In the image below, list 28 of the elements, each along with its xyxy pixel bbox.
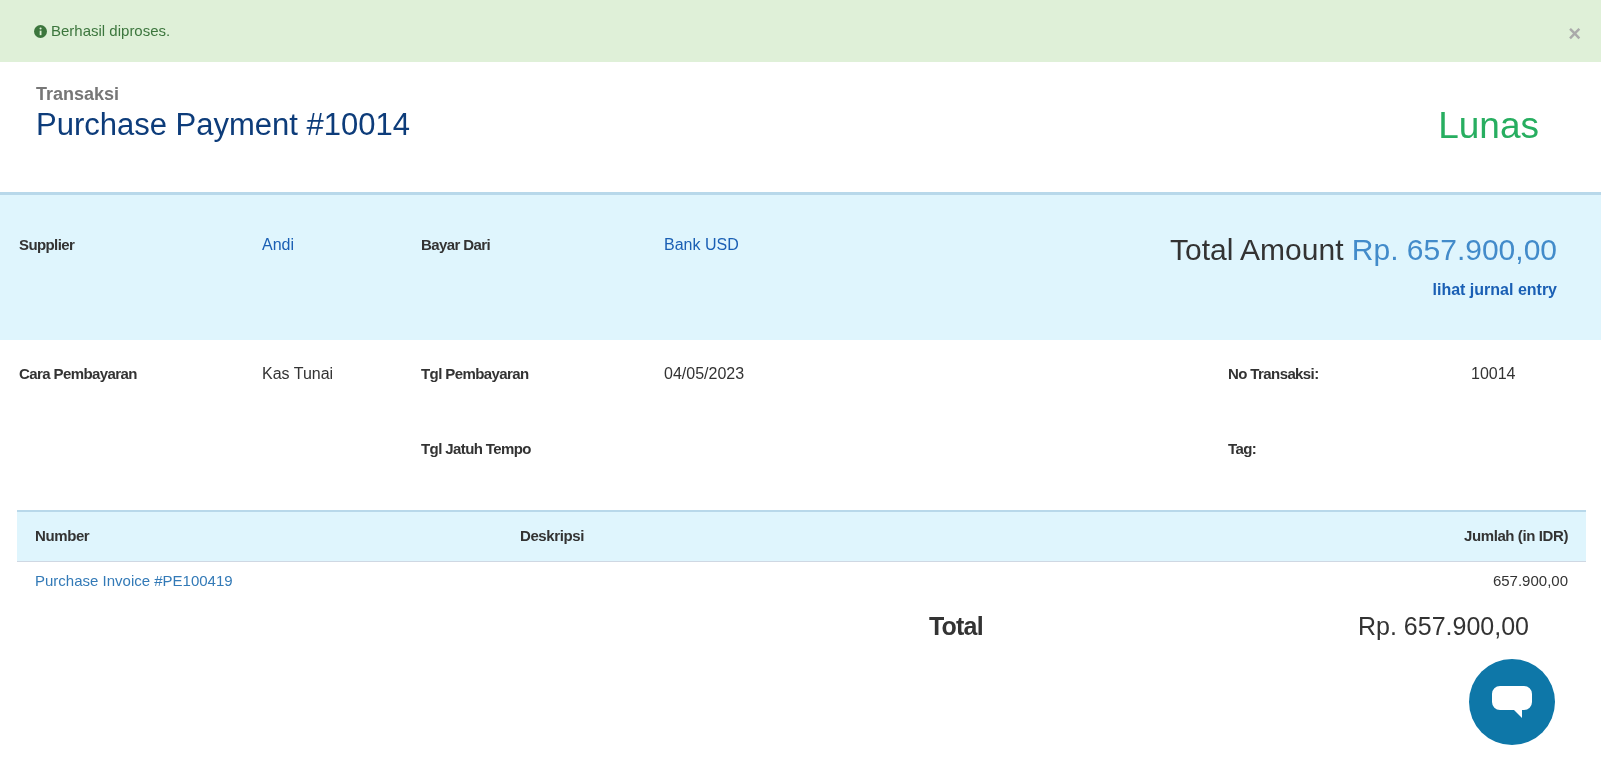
total-amount-value: Rp. 657.900,00 [1351, 233, 1557, 266]
total-value: Rp. 657.900,00 [1358, 611, 1530, 642]
amount-cell: 657.900,00 [953, 561, 1586, 600]
page-subtitle: Transaksi [36, 84, 121, 106]
total-amount-label: Total Amount [1170, 233, 1344, 266]
journal-entry-link[interactable]: lihat jurnal entry [1432, 278, 1557, 302]
field-link[interactable]: Bank USD [664, 236, 739, 253]
field-label: Tgl Pembayaran [421, 365, 529, 382]
field-value: 10014 [1471, 365, 1516, 382]
field-label: Cara Pembayaran [19, 365, 137, 382]
column-header: Number [17, 511, 502, 561]
total-label: Total [929, 611, 984, 642]
field-value: Kas Tunai [262, 365, 334, 382]
field-link[interactable]: Andi [262, 236, 295, 253]
field-label: Tgl Jatuh Tempo [421, 440, 531, 457]
invoice-link[interactable]: Purchase Invoice #PE100419 [35, 571, 233, 589]
alert-message: Berhasil diproses. [51, 20, 171, 41]
field-label: No Transaksi: [1228, 365, 1319, 382]
page-title: Purchase Payment #10014 [36, 105, 410, 143]
field-label: Supplier [19, 236, 75, 253]
field-label: Tag: [1228, 440, 1257, 457]
column-header: Jumlah (in IDR) [953, 511, 1586, 561]
chat-icon [1490, 684, 1534, 720]
field-label: Bayar Dari [421, 236, 491, 253]
column-header: Deskripsi [502, 511, 954, 561]
payment-status: Lunas [1438, 104, 1539, 148]
field-value: 04/05/2023 [664, 365, 745, 382]
info-icon [34, 24, 47, 38]
